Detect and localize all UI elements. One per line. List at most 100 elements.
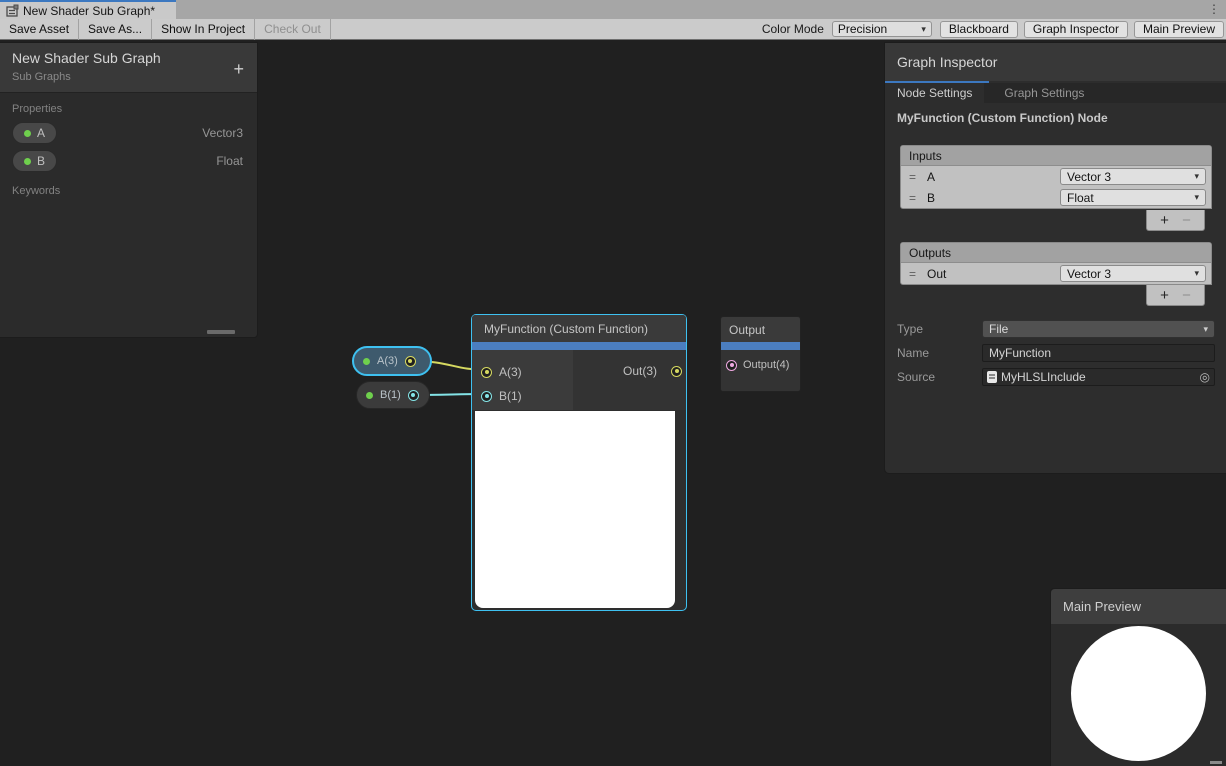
- chevron-down-icon: ▾: [1194, 171, 1199, 182]
- input-port-b[interactable]: [481, 391, 492, 402]
- graph-canvas[interactable]: A(3) B(1) MyFunction (Custom Function) A…: [0, 40, 1226, 766]
- save-as-button[interactable]: Save As...: [79, 19, 152, 40]
- output-type-value: Vector 3: [1067, 267, 1111, 281]
- keywords-section-label: Keywords: [0, 175, 257, 201]
- drag-handle-icon[interactable]: =: [909, 191, 927, 205]
- inputs-list-header: Inputs: [901, 146, 1211, 166]
- property-pill[interactable]: A: [12, 122, 57, 144]
- shader-graph-toolbar: Save Asset Save As... Show In Project Ch…: [0, 19, 1226, 40]
- property-node-label: B(1): [380, 389, 401, 401]
- source-label: Source: [897, 370, 982, 384]
- remove-output-button[interactable]: −: [1182, 288, 1191, 303]
- blackboard-panel: New Shader Sub Graph Sub Graphs + Proper…: [0, 42, 258, 338]
- color-mode-dropdown[interactable]: Precision ▾: [832, 21, 932, 37]
- property-a-output-port[interactable]: [405, 356, 416, 367]
- output-port-label: Out(3): [623, 364, 657, 378]
- blackboard-property-a[interactable]: A Vector3: [0, 119, 257, 147]
- name-label: Name: [897, 346, 982, 360]
- inputs-row-a[interactable]: = A Vector 3 ▾: [901, 166, 1211, 187]
- input-port-label: B(1): [499, 389, 522, 403]
- graph-inspector-panel: Graph Inspector Node Settings Graph Sett…: [884, 42, 1226, 474]
- node-preview-area: [475, 411, 675, 608]
- input-type-value: Vector 3: [1067, 170, 1111, 184]
- subgraph-asset-icon: [6, 4, 19, 17]
- color-mode-value: Precision: [838, 22, 887, 36]
- preview-sphere: [1071, 626, 1206, 761]
- property-node-label: A(3): [377, 355, 398, 367]
- graph-inspector-title[interactable]: Graph Inspector: [885, 43, 1226, 81]
- outputs-list-header: Outputs: [901, 243, 1211, 263]
- name-field: Name MyFunction: [897, 344, 1215, 362]
- exposed-property-dot-icon: [363, 358, 370, 365]
- property-pill[interactable]: B: [12, 150, 57, 172]
- node-precision-strip: [472, 342, 686, 350]
- window-tab-bar: New Shader Sub Graph* ⋮: [0, 0, 1226, 19]
- check-out-button[interactable]: Check Out: [255, 19, 331, 40]
- output-node-port-label: Output(4): [743, 359, 789, 371]
- show-in-project-button[interactable]: Show In Project: [152, 19, 255, 40]
- main-preview-resize-handle[interactable]: [1210, 761, 1222, 764]
- node-precision-strip: [721, 342, 800, 350]
- node-title[interactable]: Output: [721, 317, 800, 342]
- add-property-button[interactable]: +: [233, 60, 244, 78]
- outputs-row-out[interactable]: = Out Vector 3 ▾: [901, 263, 1211, 284]
- property-type: Float: [216, 154, 243, 168]
- save-asset-button[interactable]: Save Asset: [0, 19, 79, 40]
- input-port-label: A(3): [499, 365, 522, 379]
- type-label: Type: [897, 322, 982, 336]
- output-node-port-row: Output(4): [726, 359, 789, 371]
- name-value: MyFunction: [989, 346, 1051, 360]
- tab-new-shader-sub-graph[interactable]: New Shader Sub Graph*: [0, 0, 176, 19]
- property-name: B: [37, 154, 45, 168]
- blackboard-subtitle: Sub Graphs: [12, 71, 245, 83]
- main-preview-panel: Main Preview: [1050, 588, 1226, 766]
- node-title[interactable]: MyFunction (Custom Function): [472, 315, 686, 342]
- add-output-button[interactable]: +: [1160, 288, 1169, 303]
- drag-handle-icon[interactable]: =: [909, 267, 927, 281]
- drag-handle-icon[interactable]: =: [909, 170, 927, 184]
- object-picker-icon[interactable]: ◎: [1200, 370, 1210, 384]
- input-port-a[interactable]: [481, 367, 492, 378]
- tab-node-settings[interactable]: Node Settings: [885, 83, 984, 103]
- blackboard-title: New Shader Sub Graph: [12, 50, 245, 66]
- color-mode-label: Color Mode: [754, 22, 832, 36]
- output-port-row-out: Out(3): [623, 364, 682, 378]
- property-node-b[interactable]: B(1): [356, 381, 430, 409]
- source-object-field[interactable]: MyHLSLInclude ◎: [982, 368, 1215, 386]
- input-name: A: [927, 170, 935, 184]
- input-a-type-dropdown[interactable]: Vector 3 ▾: [1060, 168, 1206, 185]
- properties-section-label: Properties: [0, 93, 257, 119]
- tab-graph-settings[interactable]: Graph Settings: [992, 83, 1096, 103]
- node-port-section: A(3) B(1) Out(3): [472, 350, 686, 410]
- blackboard-resize-handle[interactable]: [207, 330, 235, 334]
- custom-function-node[interactable]: MyFunction (Custom Function) A(3) B(1) O…: [471, 314, 687, 611]
- hlsl-file-icon: [987, 371, 997, 383]
- main-preview-title[interactable]: Main Preview: [1051, 589, 1226, 624]
- type-value: File: [989, 322, 1008, 336]
- add-input-button[interactable]: +: [1160, 213, 1169, 228]
- outputs-list-footer: + −: [1146, 285, 1205, 306]
- output-port-out[interactable]: [671, 366, 682, 377]
- function-name-input[interactable]: MyFunction: [982, 344, 1215, 362]
- blackboard-toggle-button[interactable]: Blackboard: [940, 21, 1018, 38]
- output-name: Out: [927, 267, 946, 281]
- property-b-output-port[interactable]: [408, 390, 419, 401]
- input-name: B: [927, 191, 935, 205]
- graph-inspector-toggle-button[interactable]: Graph Inspector: [1024, 21, 1128, 38]
- type-field: Type File ▾: [897, 320, 1215, 338]
- main-preview-toggle-button[interactable]: Main Preview: [1134, 21, 1224, 38]
- blackboard-property-b[interactable]: B Float: [0, 147, 257, 175]
- inputs-row-b[interactable]: = B Float ▾: [901, 187, 1211, 208]
- type-dropdown[interactable]: File ▾: [982, 320, 1215, 338]
- property-node-a[interactable]: A(3): [352, 346, 432, 376]
- output-node[interactable]: Output Output(4): [720, 316, 801, 392]
- remove-input-button[interactable]: −: [1182, 213, 1191, 228]
- output-node-input-port[interactable]: [726, 360, 737, 371]
- input-port-row-a: A(3): [481, 365, 522, 379]
- input-b-type-dropdown[interactable]: Float ▾: [1060, 189, 1206, 206]
- output-type-dropdown[interactable]: Vector 3 ▾: [1060, 265, 1206, 282]
- blackboard-header[interactable]: New Shader Sub Graph Sub Graphs +: [0, 43, 257, 93]
- inspector-tab-bar: Node Settings Graph Settings: [885, 83, 1226, 103]
- window-menu-icon[interactable]: ⋮: [1208, 1, 1220, 17]
- property-name: A: [37, 126, 45, 140]
